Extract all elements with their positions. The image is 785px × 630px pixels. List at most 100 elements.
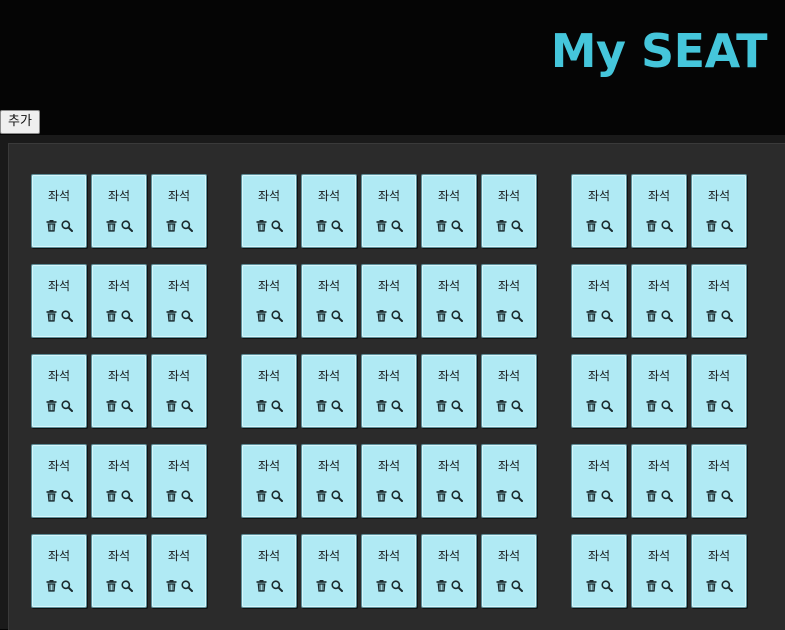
seat-card[interactable]: 좌석 bbox=[631, 264, 687, 338]
seat-card[interactable]: 좌석 bbox=[91, 354, 147, 428]
trash-icon[interactable] bbox=[704, 579, 718, 593]
seat-card[interactable]: 좌석 bbox=[421, 444, 477, 518]
trash-icon[interactable] bbox=[164, 309, 178, 323]
trash-icon[interactable] bbox=[374, 399, 388, 413]
search-icon[interactable] bbox=[510, 579, 524, 593]
seat-card[interactable]: 좌석 bbox=[481, 534, 537, 608]
search-icon[interactable] bbox=[330, 489, 344, 503]
trash-icon[interactable] bbox=[164, 399, 178, 413]
seat-card[interactable]: 좌석 bbox=[481, 264, 537, 338]
trash-icon[interactable] bbox=[434, 309, 448, 323]
seat-card[interactable]: 좌석 bbox=[691, 534, 747, 608]
seat-card[interactable]: 좌석 bbox=[241, 354, 297, 428]
trash-icon[interactable] bbox=[644, 399, 658, 413]
search-icon[interactable] bbox=[60, 309, 74, 323]
search-icon[interactable] bbox=[660, 309, 674, 323]
search-icon[interactable] bbox=[180, 579, 194, 593]
trash-icon[interactable] bbox=[314, 309, 328, 323]
search-icon[interactable] bbox=[510, 399, 524, 413]
trash-icon[interactable] bbox=[644, 579, 658, 593]
trash-icon[interactable] bbox=[44, 309, 58, 323]
trash-icon[interactable] bbox=[644, 489, 658, 503]
trash-icon[interactable] bbox=[494, 309, 508, 323]
trash-icon[interactable] bbox=[584, 489, 598, 503]
trash-icon[interactable] bbox=[434, 489, 448, 503]
trash-icon[interactable] bbox=[254, 489, 268, 503]
seat-card[interactable]: 좌석 bbox=[31, 264, 87, 338]
trash-icon[interactable] bbox=[374, 489, 388, 503]
search-icon[interactable] bbox=[720, 399, 734, 413]
trash-icon[interactable] bbox=[374, 219, 388, 233]
seat-card[interactable]: 좌석 bbox=[241, 534, 297, 608]
seat-card[interactable]: 좌석 bbox=[31, 534, 87, 608]
seat-card[interactable]: 좌석 bbox=[481, 354, 537, 428]
search-icon[interactable] bbox=[180, 489, 194, 503]
trash-icon[interactable] bbox=[434, 399, 448, 413]
search-icon[interactable] bbox=[720, 489, 734, 503]
seat-card[interactable]: 좌석 bbox=[241, 264, 297, 338]
search-icon[interactable] bbox=[720, 219, 734, 233]
trash-icon[interactable] bbox=[644, 309, 658, 323]
seat-card[interactable]: 좌석 bbox=[481, 444, 537, 518]
trash-icon[interactable] bbox=[164, 489, 178, 503]
seat-card[interactable]: 좌석 bbox=[151, 174, 207, 248]
seat-card[interactable]: 좌석 bbox=[151, 354, 207, 428]
seat-card[interactable]: 좌석 bbox=[421, 174, 477, 248]
trash-icon[interactable] bbox=[314, 579, 328, 593]
seat-card[interactable]: 좌석 bbox=[301, 174, 357, 248]
trash-icon[interactable] bbox=[494, 489, 508, 503]
trash-icon[interactable] bbox=[434, 579, 448, 593]
trash-icon[interactable] bbox=[44, 579, 58, 593]
seat-card[interactable]: 좌석 bbox=[361, 174, 417, 248]
seat-card[interactable]: 좌석 bbox=[241, 444, 297, 518]
seat-card[interactable]: 좌석 bbox=[151, 534, 207, 608]
search-icon[interactable] bbox=[660, 219, 674, 233]
trash-icon[interactable] bbox=[104, 579, 118, 593]
search-icon[interactable] bbox=[60, 489, 74, 503]
search-icon[interactable] bbox=[180, 219, 194, 233]
search-icon[interactable] bbox=[270, 489, 284, 503]
seat-card[interactable]: 좌석 bbox=[151, 264, 207, 338]
seat-card[interactable]: 좌석 bbox=[691, 174, 747, 248]
seat-card[interactable]: 좌석 bbox=[631, 444, 687, 518]
search-icon[interactable] bbox=[600, 579, 614, 593]
search-icon[interactable] bbox=[60, 399, 74, 413]
seat-card[interactable]: 좌석 bbox=[31, 354, 87, 428]
search-icon[interactable] bbox=[120, 219, 134, 233]
trash-icon[interactable] bbox=[164, 579, 178, 593]
search-icon[interactable] bbox=[270, 579, 284, 593]
trash-icon[interactable] bbox=[584, 309, 598, 323]
search-icon[interactable] bbox=[660, 489, 674, 503]
trash-icon[interactable] bbox=[164, 219, 178, 233]
seat-card[interactable]: 좌석 bbox=[301, 354, 357, 428]
search-icon[interactable] bbox=[660, 579, 674, 593]
trash-icon[interactable] bbox=[584, 579, 598, 593]
search-icon[interactable] bbox=[330, 399, 344, 413]
search-icon[interactable] bbox=[720, 579, 734, 593]
search-icon[interactable] bbox=[390, 579, 404, 593]
trash-icon[interactable] bbox=[434, 219, 448, 233]
trash-icon[interactable] bbox=[254, 399, 268, 413]
trash-icon[interactable] bbox=[374, 309, 388, 323]
search-icon[interactable] bbox=[600, 489, 614, 503]
seat-card[interactable]: 좌석 bbox=[481, 174, 537, 248]
trash-icon[interactable] bbox=[644, 219, 658, 233]
trash-icon[interactable] bbox=[374, 579, 388, 593]
search-icon[interactable] bbox=[390, 489, 404, 503]
trash-icon[interactable] bbox=[254, 579, 268, 593]
seat-card[interactable]: 좌석 bbox=[361, 264, 417, 338]
search-icon[interactable] bbox=[600, 399, 614, 413]
search-icon[interactable] bbox=[600, 219, 614, 233]
trash-icon[interactable] bbox=[494, 579, 508, 593]
search-icon[interactable] bbox=[60, 219, 74, 233]
trash-icon[interactable] bbox=[314, 219, 328, 233]
seat-card[interactable]: 좌석 bbox=[631, 174, 687, 248]
search-icon[interactable] bbox=[330, 579, 344, 593]
trash-icon[interactable] bbox=[704, 489, 718, 503]
seat-card[interactable]: 좌석 bbox=[91, 534, 147, 608]
seat-card[interactable]: 좌석 bbox=[421, 534, 477, 608]
trash-icon[interactable] bbox=[494, 399, 508, 413]
seat-card[interactable]: 좌석 bbox=[241, 174, 297, 248]
seat-card[interactable]: 좌석 bbox=[571, 354, 627, 428]
trash-icon[interactable] bbox=[104, 489, 118, 503]
